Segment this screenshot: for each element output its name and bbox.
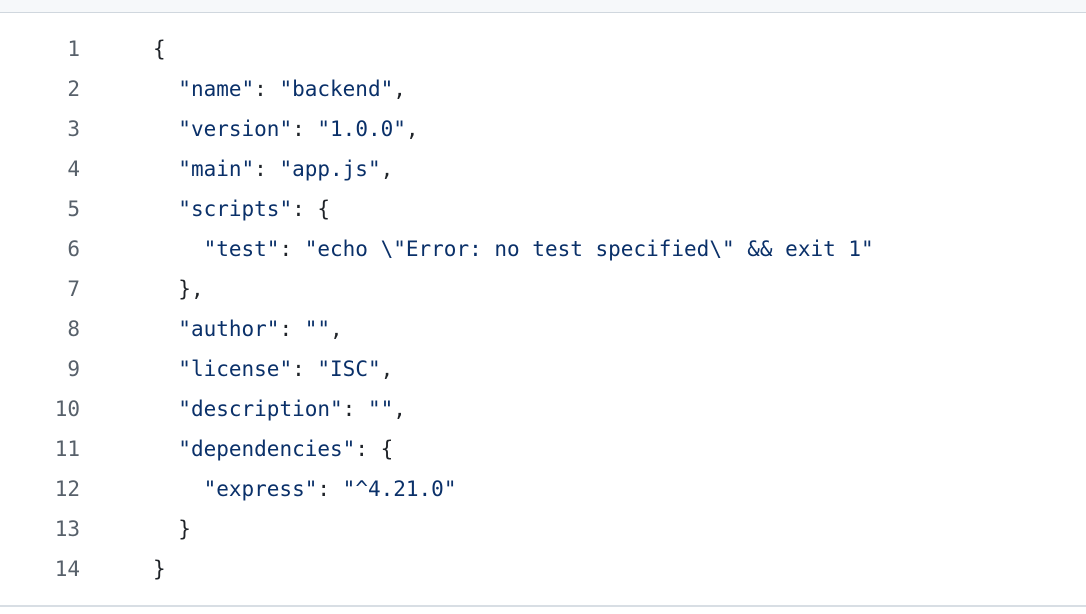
json-string: "echo \"Error: no test specified\" && ex… xyxy=(304,237,874,261)
line-content: "main": "app.js", xyxy=(80,157,393,181)
line-number[interactable]: 4 xyxy=(0,157,80,181)
code-line: 10 "description": "", xyxy=(0,389,1086,429)
json-key: "dependencies" xyxy=(178,437,356,461)
json-key: "description" xyxy=(178,397,343,421)
json-key: "name" xyxy=(178,77,255,101)
line-content: }, xyxy=(80,277,204,301)
json-key: "scripts" xyxy=(178,197,293,221)
line-number[interactable]: 5 xyxy=(0,197,80,221)
json-key: "license" xyxy=(178,357,293,381)
code-viewer: 1{2 "name": "backend", 3 "version": "1.0.… xyxy=(0,0,1086,614)
line-number[interactable]: 11 xyxy=(0,437,80,461)
json-punctuation: : { xyxy=(355,437,394,461)
json-punctuation: }, xyxy=(178,277,204,301)
code-line: 2 "name": "backend", xyxy=(0,69,1086,109)
json-punctuation: : xyxy=(254,157,280,181)
file-header-strip xyxy=(0,0,1086,13)
line-number[interactable]: 6 xyxy=(0,237,80,261)
line-content: "name": "backend", xyxy=(80,77,406,101)
json-string: "1.0.0" xyxy=(317,117,406,141)
line-number[interactable]: 1 xyxy=(0,37,80,61)
json-punctuation: : xyxy=(292,117,318,141)
line-content: "author": "", xyxy=(80,317,343,341)
json-string: "ISC" xyxy=(317,357,381,381)
json-punctuation: { xyxy=(153,37,166,61)
json-punctuation: , xyxy=(393,397,406,421)
json-string: "backend" xyxy=(279,77,394,101)
line-content: } xyxy=(80,557,166,581)
line-number[interactable]: 10 xyxy=(0,397,80,421)
json-punctuation: : xyxy=(279,237,305,261)
line-content: } xyxy=(80,517,191,541)
json-punctuation: , xyxy=(405,117,419,141)
line-content: "express": "^4.21.0" xyxy=(80,477,457,501)
json-punctuation: : { xyxy=(292,197,331,221)
code-line: 11 "dependencies": { xyxy=(0,429,1086,469)
json-key: "main" xyxy=(178,157,255,181)
json-string: "^4.21.0" xyxy=(342,477,457,501)
code-line: 14} xyxy=(0,549,1086,589)
line-content: "test": "echo \"Error: no test specified… xyxy=(80,237,874,261)
json-punctuation: , xyxy=(380,157,394,181)
json-key: "version" xyxy=(178,117,293,141)
json-punctuation: : xyxy=(317,477,343,501)
code-line: 13 } xyxy=(0,509,1086,549)
json-string: "app.js" xyxy=(279,157,381,181)
json-string: "" xyxy=(367,397,394,421)
code-line: 1{ xyxy=(0,29,1086,69)
line-content: "description": "", xyxy=(80,397,406,421)
code-line: 12 "express": "^4.21.0" xyxy=(0,469,1086,509)
json-punctuation: } xyxy=(178,517,191,541)
json-punctuation: } xyxy=(153,557,166,581)
code-line: 5 "scripts": { xyxy=(0,189,1086,229)
json-key: "author" xyxy=(178,317,280,341)
line-number[interactable]: 8 xyxy=(0,317,80,341)
json-punctuation: , xyxy=(393,77,406,101)
code-line: 9 "license": "ISC", xyxy=(0,349,1086,389)
line-content: "license": "ISC", xyxy=(80,357,393,381)
bottom-divider xyxy=(0,605,1086,607)
line-number[interactable]: 2 xyxy=(0,77,80,101)
line-number[interactable]: 3 xyxy=(0,117,80,141)
code-line: 8 "author": "", xyxy=(0,309,1086,349)
json-string: "" xyxy=(304,317,331,341)
line-content: { xyxy=(80,37,166,61)
code-line: 4 "main": "app.js", xyxy=(0,149,1086,189)
json-punctuation: : xyxy=(292,357,318,381)
json-punctuation: : xyxy=(342,397,368,421)
code-line: 6 "test": "echo \"Error: no test specifi… xyxy=(0,229,1086,269)
line-number[interactable]: 7 xyxy=(0,277,80,301)
line-number[interactable]: 14 xyxy=(0,557,80,581)
line-content: "dependencies": { xyxy=(80,437,393,461)
line-number[interactable]: 12 xyxy=(0,477,80,501)
line-number[interactable]: 9 xyxy=(0,357,80,381)
line-content: "scripts": { xyxy=(80,197,330,221)
code-line: 3 "version": "1.0.0", xyxy=(0,109,1086,149)
json-key: "express" xyxy=(203,477,318,501)
json-punctuation: : xyxy=(279,317,305,341)
code-block[interactable]: 1{2 "name": "backend", 3 "version": "1.0.… xyxy=(0,29,1086,589)
json-punctuation: , xyxy=(330,317,343,341)
json-key: "test" xyxy=(203,237,280,261)
line-number[interactable]: 13 xyxy=(0,517,80,541)
line-content: "version": "1.0.0", xyxy=(80,117,419,141)
code-line: 7 }, xyxy=(0,269,1086,309)
json-punctuation: : xyxy=(254,77,280,101)
json-punctuation: , xyxy=(380,357,394,381)
